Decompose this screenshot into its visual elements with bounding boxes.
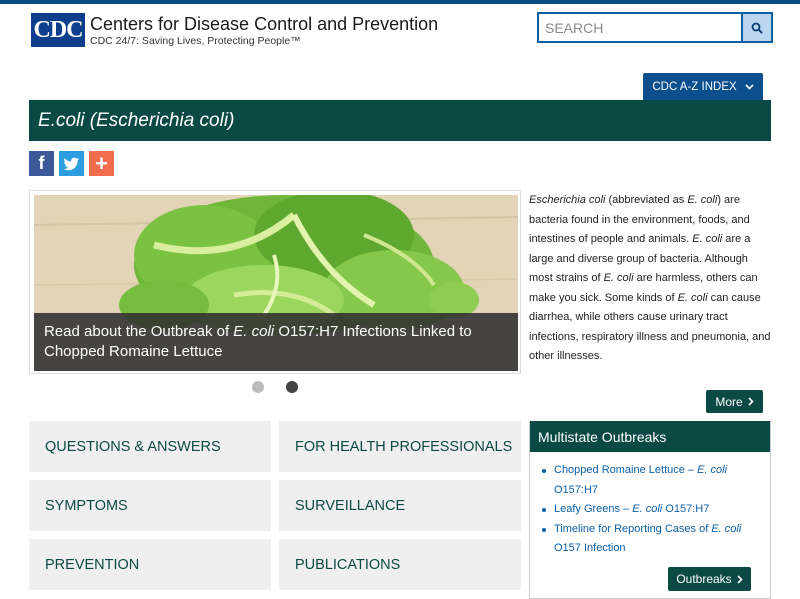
carousel-caption[interactable]: Read about the Outbreak of E. coli O157:…: [34, 313, 518, 371]
search-box: [537, 12, 773, 43]
text-run: Timeline for Reporting Cases of: [554, 522, 712, 535]
carousel-dot-1[interactable]: [252, 381, 264, 393]
outbreak-list-item: Chopped Romaine Lettuce – E. coli O157:H…: [540, 461, 770, 500]
tile-publications[interactable]: PUBLICATIONS: [279, 539, 521, 590]
page-title: E.coli (Escherichia coli): [38, 109, 235, 131]
tile-health-professionals[interactable]: FOR HEALTH PROFESSIONALS: [279, 421, 521, 472]
text-run: Escherichia coli: [529, 194, 606, 206]
text-run: E. coli: [697, 464, 728, 476]
outbreak-list-item: Timeline for Reporting Cases of E. coli …: [540, 520, 770, 559]
az-index-button[interactable]: CDC A-Z INDEX: [643, 73, 763, 100]
search-button[interactable]: [741, 14, 771, 41]
more-button[interactable]: More: [706, 390, 763, 413]
facebook-share-button[interactable]: f: [29, 151, 54, 176]
twitter-share-button[interactable]: [59, 151, 84, 176]
outbreak-link[interactable]: Leafy Greens – E. coli O157:H7: [554, 503, 709, 515]
text-run: E. coli: [687, 194, 718, 206]
tile-surveillance[interactable]: SURVEILLANCE: [279, 480, 521, 531]
carousel-dot-2[interactable]: [286, 381, 298, 393]
outbreaks-heading: Multistate Outbreaks: [530, 421, 770, 452]
text-run: E. coli: [632, 503, 663, 515]
search-input[interactable]: [539, 14, 741, 41]
outbreak-link[interactable]: Chopped Romaine Lettuce – E. coli O157:H…: [554, 464, 727, 496]
tile-symptoms[interactable]: SYMPTOMS: [29, 480, 271, 531]
carousel-slide[interactable]: Read about the Outbreak of E. coli O157:…: [34, 195, 518, 371]
page-title-bar: E.coli (Escherichia coli): [29, 100, 771, 141]
text-run: E. coli: [677, 291, 708, 304]
text-run: E. coli: [692, 233, 723, 245]
addthis-share-button[interactable]: +: [89, 151, 114, 176]
text-run: (abbreviated as: [605, 194, 688, 206]
cdc-logo[interactable]: CDC: [31, 13, 85, 47]
top-accent-bar: [0, 0, 800, 4]
tile-prevention[interactable]: PREVENTION: [29, 539, 271, 590]
caption-text-italic: E. coli: [233, 323, 275, 340]
plus-icon: +: [95, 150, 108, 176]
intro-paragraph: Escherichia coli (abbreviated as E. coli…: [529, 191, 774, 367]
facebook-icon: f: [38, 153, 45, 173]
tile-questions-answers[interactable]: QUESTIONS & ANSWERS: [29, 421, 271, 472]
text-run: E. coli: [711, 522, 742, 535]
twitter-icon: [63, 157, 79, 170]
more-label: More: [715, 394, 743, 409]
outbreaks-button-label: Outbreaks: [676, 572, 732, 586]
caption-text-prefix: Read about the Outbreak of: [44, 323, 234, 340]
outbreak-link-list: Chopped Romaine Lettuce – E. coli O157:H…: [530, 452, 770, 559]
text-run: Leafy Greens –: [554, 503, 633, 515]
social-share-bar: f +: [29, 151, 114, 176]
outbreak-list-item: Leafy Greens – E. coli O157:H7: [540, 500, 770, 520]
chevron-right-icon: [737, 574, 743, 584]
multistate-outbreaks-panel: Multistate Outbreaks Chopped Romaine Let…: [529, 421, 771, 599]
text-run: Chopped Romaine Lettuce –: [554, 464, 698, 476]
search-icon: [751, 22, 763, 34]
outbreaks-button[interactable]: Outbreaks: [668, 567, 751, 591]
outbreak-link[interactable]: Timeline for Reporting Cases of E. coli …: [554, 523, 741, 555]
az-index-label: CDC A-Z INDEX: [652, 80, 737, 93]
site-title[interactable]: Centers for Disease Control and Preventi…: [90, 14, 438, 35]
chevron-right-icon: [748, 397, 754, 406]
text-run: O157:H7: [662, 503, 710, 515]
site-tagline: CDC 24/7: Saving Lives, Protecting Peopl…: [90, 35, 301, 47]
feature-carousel: Read about the Outbreak of E. coli O157:…: [29, 190, 521, 374]
chevron-down-icon: [745, 83, 754, 90]
logo-text: CDC: [33, 16, 84, 43]
text-run: O157:H7: [554, 483, 599, 496]
text-run: E. coli: [603, 272, 634, 284]
carousel-pagination: [252, 381, 298, 393]
text-run: O157 Infection: [554, 542, 626, 554]
